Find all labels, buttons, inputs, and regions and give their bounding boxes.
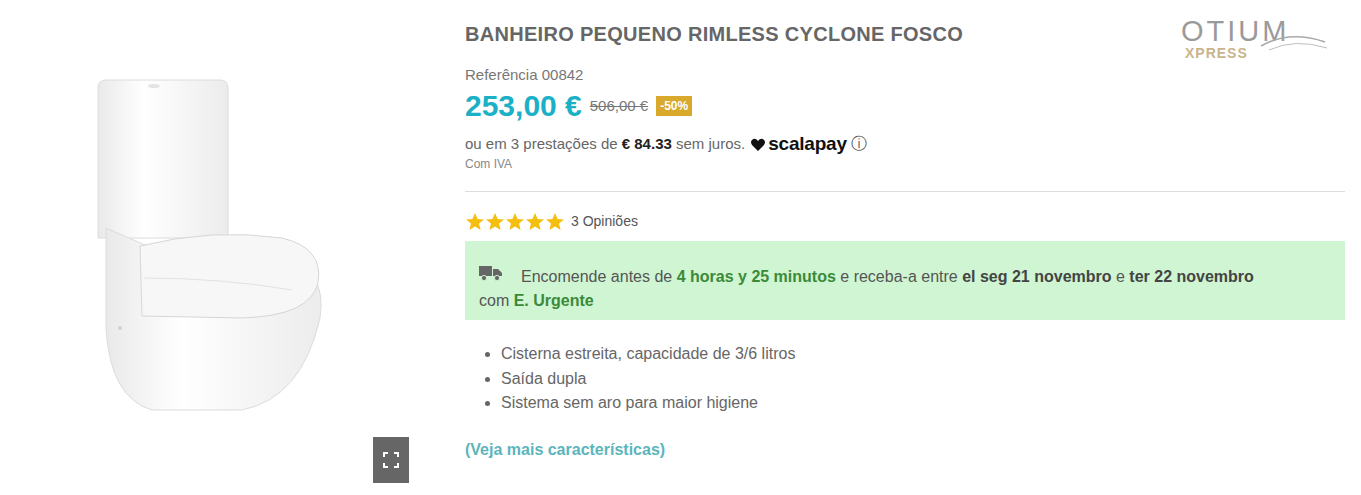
truck-icon — [479, 263, 503, 282]
discount-badge: -50% — [656, 96, 692, 116]
feature-item: Sistema sem aro para maior higiene — [501, 391, 1345, 416]
delivery-text: E. Urgente — [514, 292, 594, 309]
star-icon — [525, 212, 545, 231]
feature-list: Cisterna estreita, capacidade de 3/6 lit… — [465, 342, 1345, 416]
installments-suffix: sem juros. — [676, 132, 745, 156]
product-page: BANHEIRO PEQUENO RIMLESS CYCLONE FOSCO OT… — [0, 0, 1361, 495]
logo-text: OTIUM — [1181, 16, 1289, 46]
installments: ou em 3 prestações de € 84.33 sem juros.… — [465, 132, 1345, 156]
product-info: BANHEIRO PEQUENO RIMLESS CYCLONE FOSCO OT… — [465, 0, 1361, 495]
delivery-text: Encomende antes de — [521, 268, 677, 285]
title-row: BANHEIRO PEQUENO RIMLESS CYCLONE FOSCO OT… — [465, 16, 1345, 60]
product-image[interactable] — [92, 78, 332, 418]
rating[interactable]: 3 Opiniões — [465, 204, 1345, 238]
installments-prefix: ou em 3 prestações de — [465, 132, 618, 156]
info-icon[interactable]: ⓘ — [851, 132, 867, 156]
star-icon — [465, 212, 485, 231]
star-rating — [465, 212, 565, 231]
feature-item: Cisterna estreita, capacidade de 3/6 lit… — [501, 342, 1345, 367]
feature-item: Saída dupla — [501, 367, 1345, 392]
gallery — [0, 0, 465, 495]
star-icon — [545, 212, 565, 231]
delivery-text: e — [1112, 268, 1130, 285]
delivery-text: el seg 21 novembro — [962, 268, 1111, 285]
star-icon — [485, 212, 505, 231]
delivery-text: com — [479, 292, 514, 309]
price-row: 253,00 € 506,00 € -50% — [465, 86, 1345, 126]
delivery-text: ter 22 novembro — [1129, 268, 1253, 285]
toilet-icon — [92, 78, 332, 418]
swoosh-icon — [1259, 28, 1329, 54]
expand-icon — [383, 452, 399, 468]
expand-button[interactable] — [373, 437, 409, 483]
delivery-line: com E. Urgente — [479, 289, 1331, 313]
delivery-text: 4 horas y 25 minutos — [677, 268, 836, 285]
price: 253,00 € — [465, 86, 582, 126]
product-title: BANHEIRO PEQUENO RIMLESS CYCLONE FOSCO — [465, 16, 963, 52]
installments-amount: € 84.33 — [622, 132, 672, 156]
logo-subtext: XPRESS — [1185, 46, 1248, 60]
brand-logo[interactable]: OTIUMXPRESS — [1181, 16, 1331, 60]
heart-icon — [750, 137, 766, 152]
star-icon — [505, 212, 525, 231]
reviews-count[interactable]: 3 Opiniões — [571, 211, 638, 232]
delivery-text: e receba-a entre — [836, 268, 962, 285]
tax-note: Com IVA — [465, 156, 1345, 172]
old-price: 506,00 € — [590, 95, 648, 118]
reference: Referência 00842 — [465, 64, 1345, 86]
divider — [465, 191, 1345, 192]
delivery-line: Encomende antes de 4 horas y 25 minutos … — [479, 265, 1331, 289]
delivery-info: Encomende antes de 4 horas y 25 minutos … — [465, 241, 1345, 320]
scalapay-logo[interactable]: scalapay — [768, 132, 847, 156]
more-features-link[interactable]: (Veja mais características) — [465, 438, 665, 462]
